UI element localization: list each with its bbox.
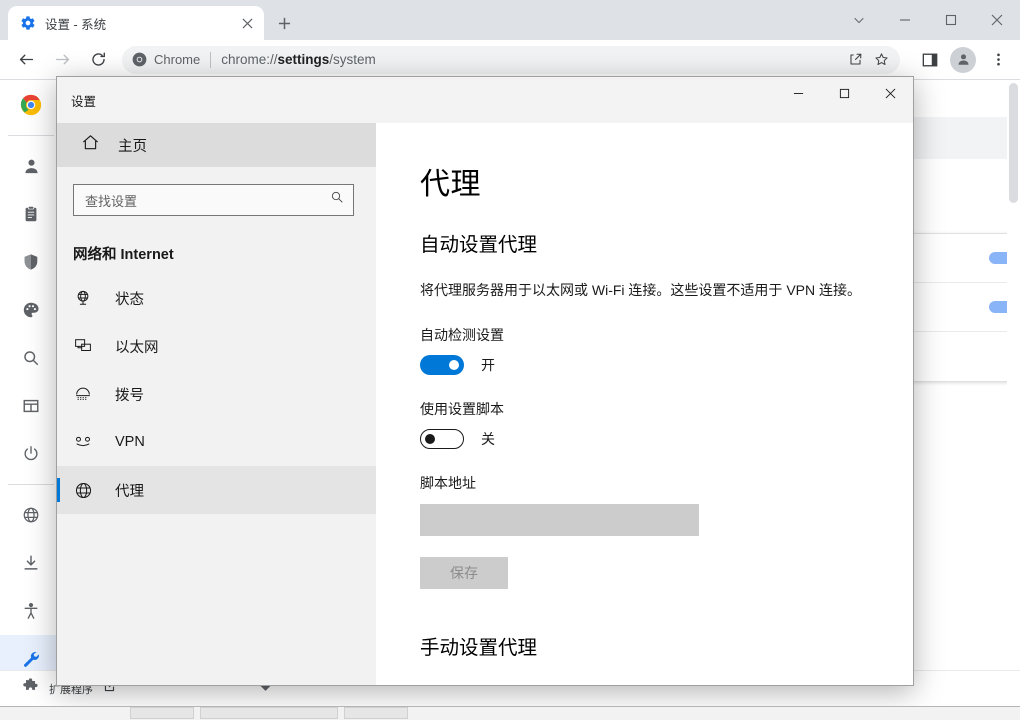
proxy-globe-icon (73, 481, 93, 500)
sidebar-item-vpn-label: VPN (115, 434, 145, 450)
windows-settings-window: 设置 主页 查找设置 网络和 Internet 状态 以太网 拨号 VPN 代理… (56, 76, 914, 686)
script-address-input[interactable] (420, 504, 699, 536)
search-icon[interactable] (330, 190, 345, 210)
tab-title: 设置 - 系统 (45, 17, 107, 32)
chevron-down-icon[interactable] (836, 0, 882, 40)
sidebar-item-dialup-label: 拨号 (115, 387, 144, 404)
settings-nav-category: 网络和 Internet (73, 247, 174, 263)
clipboard-icon[interactable] (0, 190, 62, 238)
auto-detect-toggle-row: 开 (420, 355, 913, 375)
home-icon (81, 133, 100, 157)
auto-detect-state: 开 (481, 357, 495, 373)
sidebar-item-ethernet[interactable]: 以太网 (57, 322, 376, 370)
sidebar-item-home[interactable]: 主页 (57, 123, 376, 167)
sidebar-item-dialup[interactable]: 拨号 (57, 370, 376, 418)
auto-detect-toggle[interactable] (420, 355, 464, 375)
window-icon[interactable] (0, 382, 62, 430)
puzzle-icon (22, 677, 39, 700)
browser-window-controls (836, 0, 1020, 40)
maximize-button[interactable] (928, 0, 974, 40)
close-button[interactable] (974, 0, 1020, 40)
ethernet-icon (73, 337, 93, 355)
use-script-toggle[interactable] (420, 429, 464, 449)
settings-title-bar: 设置 (57, 77, 913, 123)
share-icon[interactable] (842, 47, 868, 73)
browser-tab[interactable]: 设置 - 系统 (8, 6, 264, 40)
maximize-button[interactable] (821, 77, 867, 109)
reload-icon[interactable] (84, 46, 112, 74)
sidebar-item-proxy[interactable]: 代理 (57, 466, 376, 514)
manual-proxy-description: 将代理服务器用于以太网或 Wi-Fi 连接。这些设置不适用于 VPN 连接。 (420, 683, 913, 685)
settings-body: 主页 查找设置 网络和 Internet 状态 以太网 拨号 VPN 代理 代理… (57, 123, 913, 685)
chrome-logo-icon[interactable] (0, 81, 62, 129)
bookmark-star-icon[interactable] (868, 47, 894, 73)
side-panel-icon[interactable] (916, 46, 944, 74)
settings-content-pane: 代理 自动设置代理 将代理服务器用于以太网或 Wi-Fi 连接。这些设置不适用于… (376, 123, 913, 685)
globe-icon[interactable] (0, 491, 62, 539)
settings-window-controls (775, 77, 913, 109)
manual-proxy-heading: 手动设置代理 (420, 637, 538, 659)
chrome-icon (132, 52, 147, 67)
use-script-label: 使用设置脚本 (420, 401, 504, 417)
settings-search-input[interactable]: 查找设置 (73, 184, 354, 216)
close-button[interactable] (867, 77, 913, 109)
omnibox-actions (842, 47, 894, 73)
sidebar-divider (8, 484, 54, 485)
search-icon[interactable] (0, 334, 62, 382)
toolbar-right (908, 46, 1020, 74)
back-icon[interactable] (12, 46, 40, 74)
tab-strip: 设置 - 系统 (0, 0, 1020, 40)
taskbar-item[interactable] (200, 707, 338, 719)
security-chip-label: Chrome (154, 52, 201, 67)
new-tab-button[interactable] (270, 9, 298, 37)
script-address-label: 脚本地址 (420, 475, 476, 491)
page-title: 代理 (420, 168, 481, 201)
settings-search-placeholder: 查找设置 (85, 193, 138, 209)
use-script-toggle-row: 关 (420, 429, 913, 449)
settings-nav-pane: 主页 查找设置 网络和 Internet 状态 以太网 拨号 VPN 代理 (57, 123, 376, 685)
chrome-menu-icon[interactable] (984, 46, 1012, 74)
taskbar-item[interactable] (344, 707, 408, 719)
download-icon[interactable] (0, 539, 62, 587)
omnibox-divider (210, 51, 212, 68)
minimize-button[interactable] (882, 0, 928, 40)
minimize-button[interactable] (775, 77, 821, 109)
accessibility-icon[interactable] (0, 587, 62, 635)
forward-icon[interactable] (48, 46, 76, 74)
scrollbar-thumb[interactable] (1009, 83, 1018, 203)
auto-detect-label: 自动检测设置 (420, 327, 504, 343)
taskbar-item[interactable] (130, 707, 194, 719)
url-text: chrome://settings/system (221, 52, 376, 67)
sidebar-item-ethernet-label: 以太网 (115, 339, 159, 356)
gear-icon (20, 15, 36, 31)
vpn-icon (73, 433, 93, 451)
shield-icon[interactable] (0, 238, 62, 286)
close-icon[interactable] (238, 14, 256, 32)
save-button[interactable]: 保存 (420, 557, 508, 589)
use-script-state: 关 (481, 431, 495, 447)
status-globe-icon (73, 289, 93, 307)
auto-proxy-heading: 自动设置代理 (420, 234, 538, 256)
chrome-settings-sidebar (0, 81, 62, 706)
address-bar[interactable]: Chrome chrome://settings/system (122, 45, 900, 74)
page-scrollbar[interactable] (1007, 81, 1020, 706)
taskbar (0, 706, 1020, 720)
sidebar-item-vpn[interactable]: VPN (57, 418, 376, 466)
sidebar-item-home-label: 主页 (118, 138, 147, 155)
power-icon[interactable] (0, 430, 62, 478)
sidebar-item-status[interactable]: 状态 (57, 274, 376, 322)
sidebar-item-proxy-label: 代理 (115, 483, 144, 500)
settings-window-title: 设置 (71, 95, 97, 109)
palette-icon[interactable] (0, 286, 62, 334)
profile-avatar-icon[interactable] (950, 46, 976, 73)
person-icon[interactable] (0, 142, 62, 190)
sidebar-item-status-label: 状态 (115, 291, 144, 308)
dialup-icon (73, 385, 93, 403)
sidebar-divider (8, 135, 54, 136)
browser-toolbar: Chrome chrome://settings/system (0, 40, 1020, 80)
auto-proxy-description: 将代理服务器用于以太网或 Wi-Fi 连接。这些设置不适用于 VPN 连接。 (420, 282, 861, 298)
